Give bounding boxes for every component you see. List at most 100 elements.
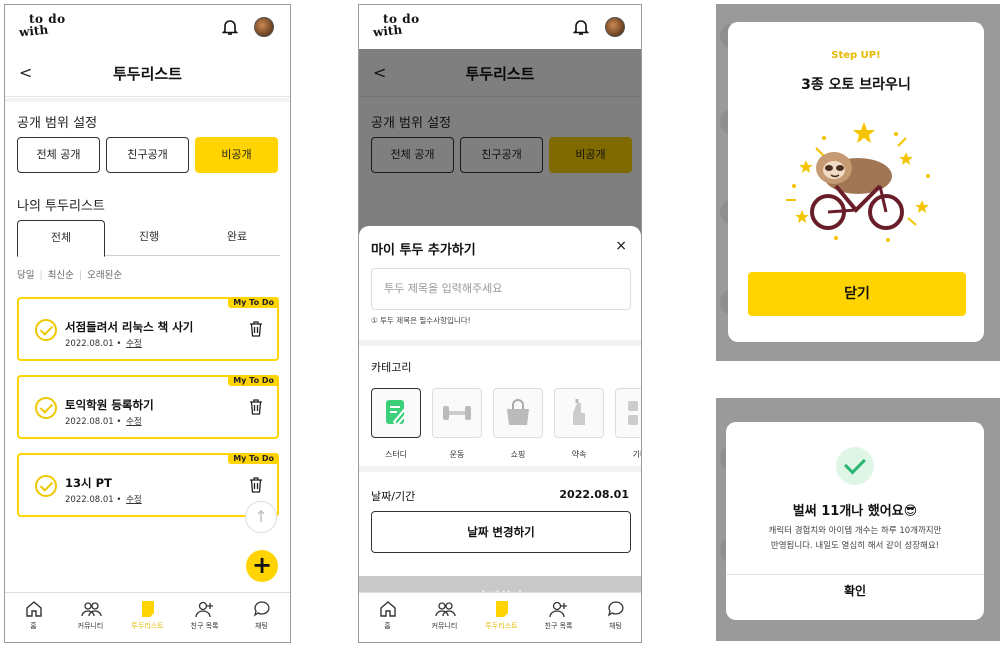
- category-appointment[interactable]: 약속: [554, 388, 604, 461]
- grid-icon: [628, 401, 638, 425]
- close-icon[interactable]: ×: [615, 238, 627, 254]
- todo-list-screen: to do with < 투두리스트 공개 범위 설정 전체 공개 친구공개 비…: [4, 4, 291, 643]
- community-icon: [434, 602, 456, 617]
- add-todo-screen: to do with < 투두리스트 공개 범위 설정 전체 공개 친구공개 비…: [358, 4, 642, 643]
- trash-icon[interactable]: [249, 321, 263, 337]
- avatar[interactable]: [605, 17, 625, 37]
- check-icon[interactable]: [35, 475, 57, 497]
- top-bar: to do with: [5, 5, 290, 49]
- nav-home-label: 홈: [30, 622, 37, 630]
- app-logo[interactable]: to do with: [372, 13, 429, 43]
- bell-icon[interactable]: [573, 18, 589, 36]
- chat-icon: [607, 601, 624, 617]
- nav-friends[interactable]: 친구 목록: [176, 599, 233, 631]
- nav-friends[interactable]: 친구 목록: [530, 599, 587, 631]
- divider: [726, 574, 984, 575]
- category-other[interactable]: 기타: [615, 388, 641, 461]
- logo-text-bottom: with: [372, 22, 403, 40]
- todo-card[interactable]: My To Do 13시 PT 2022.08.01 • 수정: [17, 453, 279, 517]
- levelup-dim-background[interactable]: Step UP! 3종 오토 브라우니 닫기: [716, 4, 1000, 361]
- visibility-public-button[interactable]: 전체 공개: [17, 137, 100, 173]
- add-todo-sheet: 마이 투두 추가하기 × 투두 제목을 입력해주세요 ① 투두 제목은 필수사항…: [359, 226, 641, 638]
- todo-card[interactable]: My To Do 서점들려서 리눅스 책 사기 2022.08.01 • 수정: [17, 297, 279, 361]
- nav-todolist[interactable]: 투두리스트: [119, 599, 176, 631]
- category-label: 카테고리: [371, 361, 412, 374]
- visibility-private-button[interactable]: 비공개: [195, 137, 278, 173]
- category-workout-label: 운동: [449, 450, 465, 459]
- study-icon: [386, 400, 409, 427]
- nav-community-label: 커뮤니티: [431, 622, 458, 630]
- add-friend-icon: [548, 601, 567, 618]
- nav-todolist[interactable]: 투두리스트: [473, 599, 530, 631]
- nav-friends-label: 친구 목록: [190, 622, 219, 630]
- count-description-line: 반영됩니다. 내일도 열심히 해서 같이 성장해요!: [770, 541, 940, 551]
- category-study[interactable]: 스터디: [371, 388, 421, 461]
- date-label: 날짜/기간: [371, 490, 416, 503]
- add-todo-button[interactable]: +: [246, 550, 278, 582]
- nav-chat[interactable]: 채팅: [233, 599, 290, 631]
- nav-community-label: 커뮤니티: [77, 622, 104, 630]
- category-shopping[interactable]: 쇼핑: [493, 388, 543, 461]
- nav-home[interactable]: 홈: [5, 599, 62, 631]
- nav-todolist-label: 투두리스트: [485, 622, 518, 630]
- divider: [359, 340, 641, 346]
- home-icon: [25, 601, 42, 617]
- count-dim-background[interactable]: 벌써 11개나 했어요😎 캐릭터 경험치와 아이템 개수는 하루 10개까지만 …: [716, 398, 1000, 641]
- visibility-friends-button[interactable]: 친구공개: [106, 137, 189, 173]
- todolist-icon: [141, 601, 154, 617]
- sort-today[interactable]: 당일: [17, 270, 34, 281]
- category-shopping-label: 쇼핑: [510, 450, 526, 459]
- todo-title: 서점들려서 리눅스 책 사기: [65, 320, 194, 334]
- my-list-title: 나의 투두리스트: [17, 199, 105, 214]
- nav-community[interactable]: 커뮤니티: [62, 599, 119, 631]
- change-date-button[interactable]: 날짜 변경하기: [371, 511, 631, 553]
- community-icon: [80, 602, 102, 617]
- avatar[interactable]: [254, 17, 274, 37]
- top-bar: to do with: [359, 5, 641, 49]
- trash-icon[interactable]: [249, 399, 263, 415]
- dim-overlay[interactable]: 마이 투두 추가하기 × 투두 제목을 입력해주세요 ① 투두 제목은 필수사항…: [359, 49, 641, 642]
- todolist-icon: [495, 601, 508, 617]
- nav-community[interactable]: 커뮤니티: [416, 599, 473, 631]
- visibility-title: 공개 범위 설정: [17, 116, 98, 131]
- sloth-bike-illustration: [786, 122, 930, 242]
- todo-edit-link[interactable]: 수정: [126, 495, 142, 505]
- nav-chat[interactable]: 채팅: [587, 599, 641, 631]
- todo-date: 2022.08.01: [65, 339, 114, 349]
- app-logo[interactable]: to do with: [18, 13, 75, 43]
- todo-edit-link[interactable]: 수정: [126, 339, 142, 349]
- page-title: 투두리스트: [112, 65, 182, 83]
- category-workout[interactable]: 운동: [432, 388, 482, 461]
- todo-meta: 2022.08.01 • 수정: [65, 339, 142, 349]
- close-button[interactable]: 닫기: [748, 272, 966, 316]
- tab-all[interactable]: 전체: [17, 220, 105, 257]
- nav-chat-label: 채팅: [609, 622, 622, 630]
- nav-home[interactable]: 홈: [359, 599, 416, 631]
- todo-edit-link[interactable]: 수정: [126, 417, 142, 427]
- count-title: 벌써 11개나 했어요😎: [792, 504, 918, 519]
- check-icon[interactable]: [35, 397, 57, 419]
- sort-newest[interactable]: 최신순: [48, 270, 74, 281]
- tab-progress[interactable]: 진행: [105, 220, 193, 256]
- check-icon[interactable]: [35, 319, 57, 341]
- bell-icon[interactable]: [222, 18, 238, 36]
- status-tabs: 전체 진행 완료: [17, 220, 281, 257]
- bottom-nav: 홈 커뮤니티 투두리스트 친구 목록 채팅: [5, 592, 290, 642]
- confirm-button[interactable]: 확인: [726, 582, 984, 599]
- tab-done[interactable]: 완료: [193, 220, 281, 256]
- todo-title-input[interactable]: 투두 제목을 입력해주세요: [371, 268, 631, 310]
- nav-chat-label: 채팅: [255, 622, 268, 630]
- promise-icon: [573, 399, 585, 425]
- scroll-top-button[interactable]: ↑: [245, 501, 277, 533]
- check-circle-icon: [836, 447, 874, 485]
- trash-icon[interactable]: [249, 477, 263, 493]
- todo-card[interactable]: My To Do 토익학원 등록하기 2022.08.01 • 수정: [17, 375, 279, 439]
- nav-friends-label: 친구 목록: [544, 622, 573, 630]
- todo-meta: 2022.08.01 • 수정: [65, 417, 142, 427]
- divider: [359, 466, 641, 472]
- todo-title: 토익학원 등록하기: [65, 398, 154, 412]
- levelup-modal: Step UP! 3종 오토 브라우니 닫기: [728, 22, 984, 342]
- sort-oldest[interactable]: 오래된순: [87, 270, 122, 281]
- count-description: 캐릭터 경험치와 아이템 개수는 하루 10개까지만 반영됩니다. 내일도 열심…: [740, 524, 970, 554]
- sort-options: 당일 | 최신순 | 오래된순: [17, 270, 123, 281]
